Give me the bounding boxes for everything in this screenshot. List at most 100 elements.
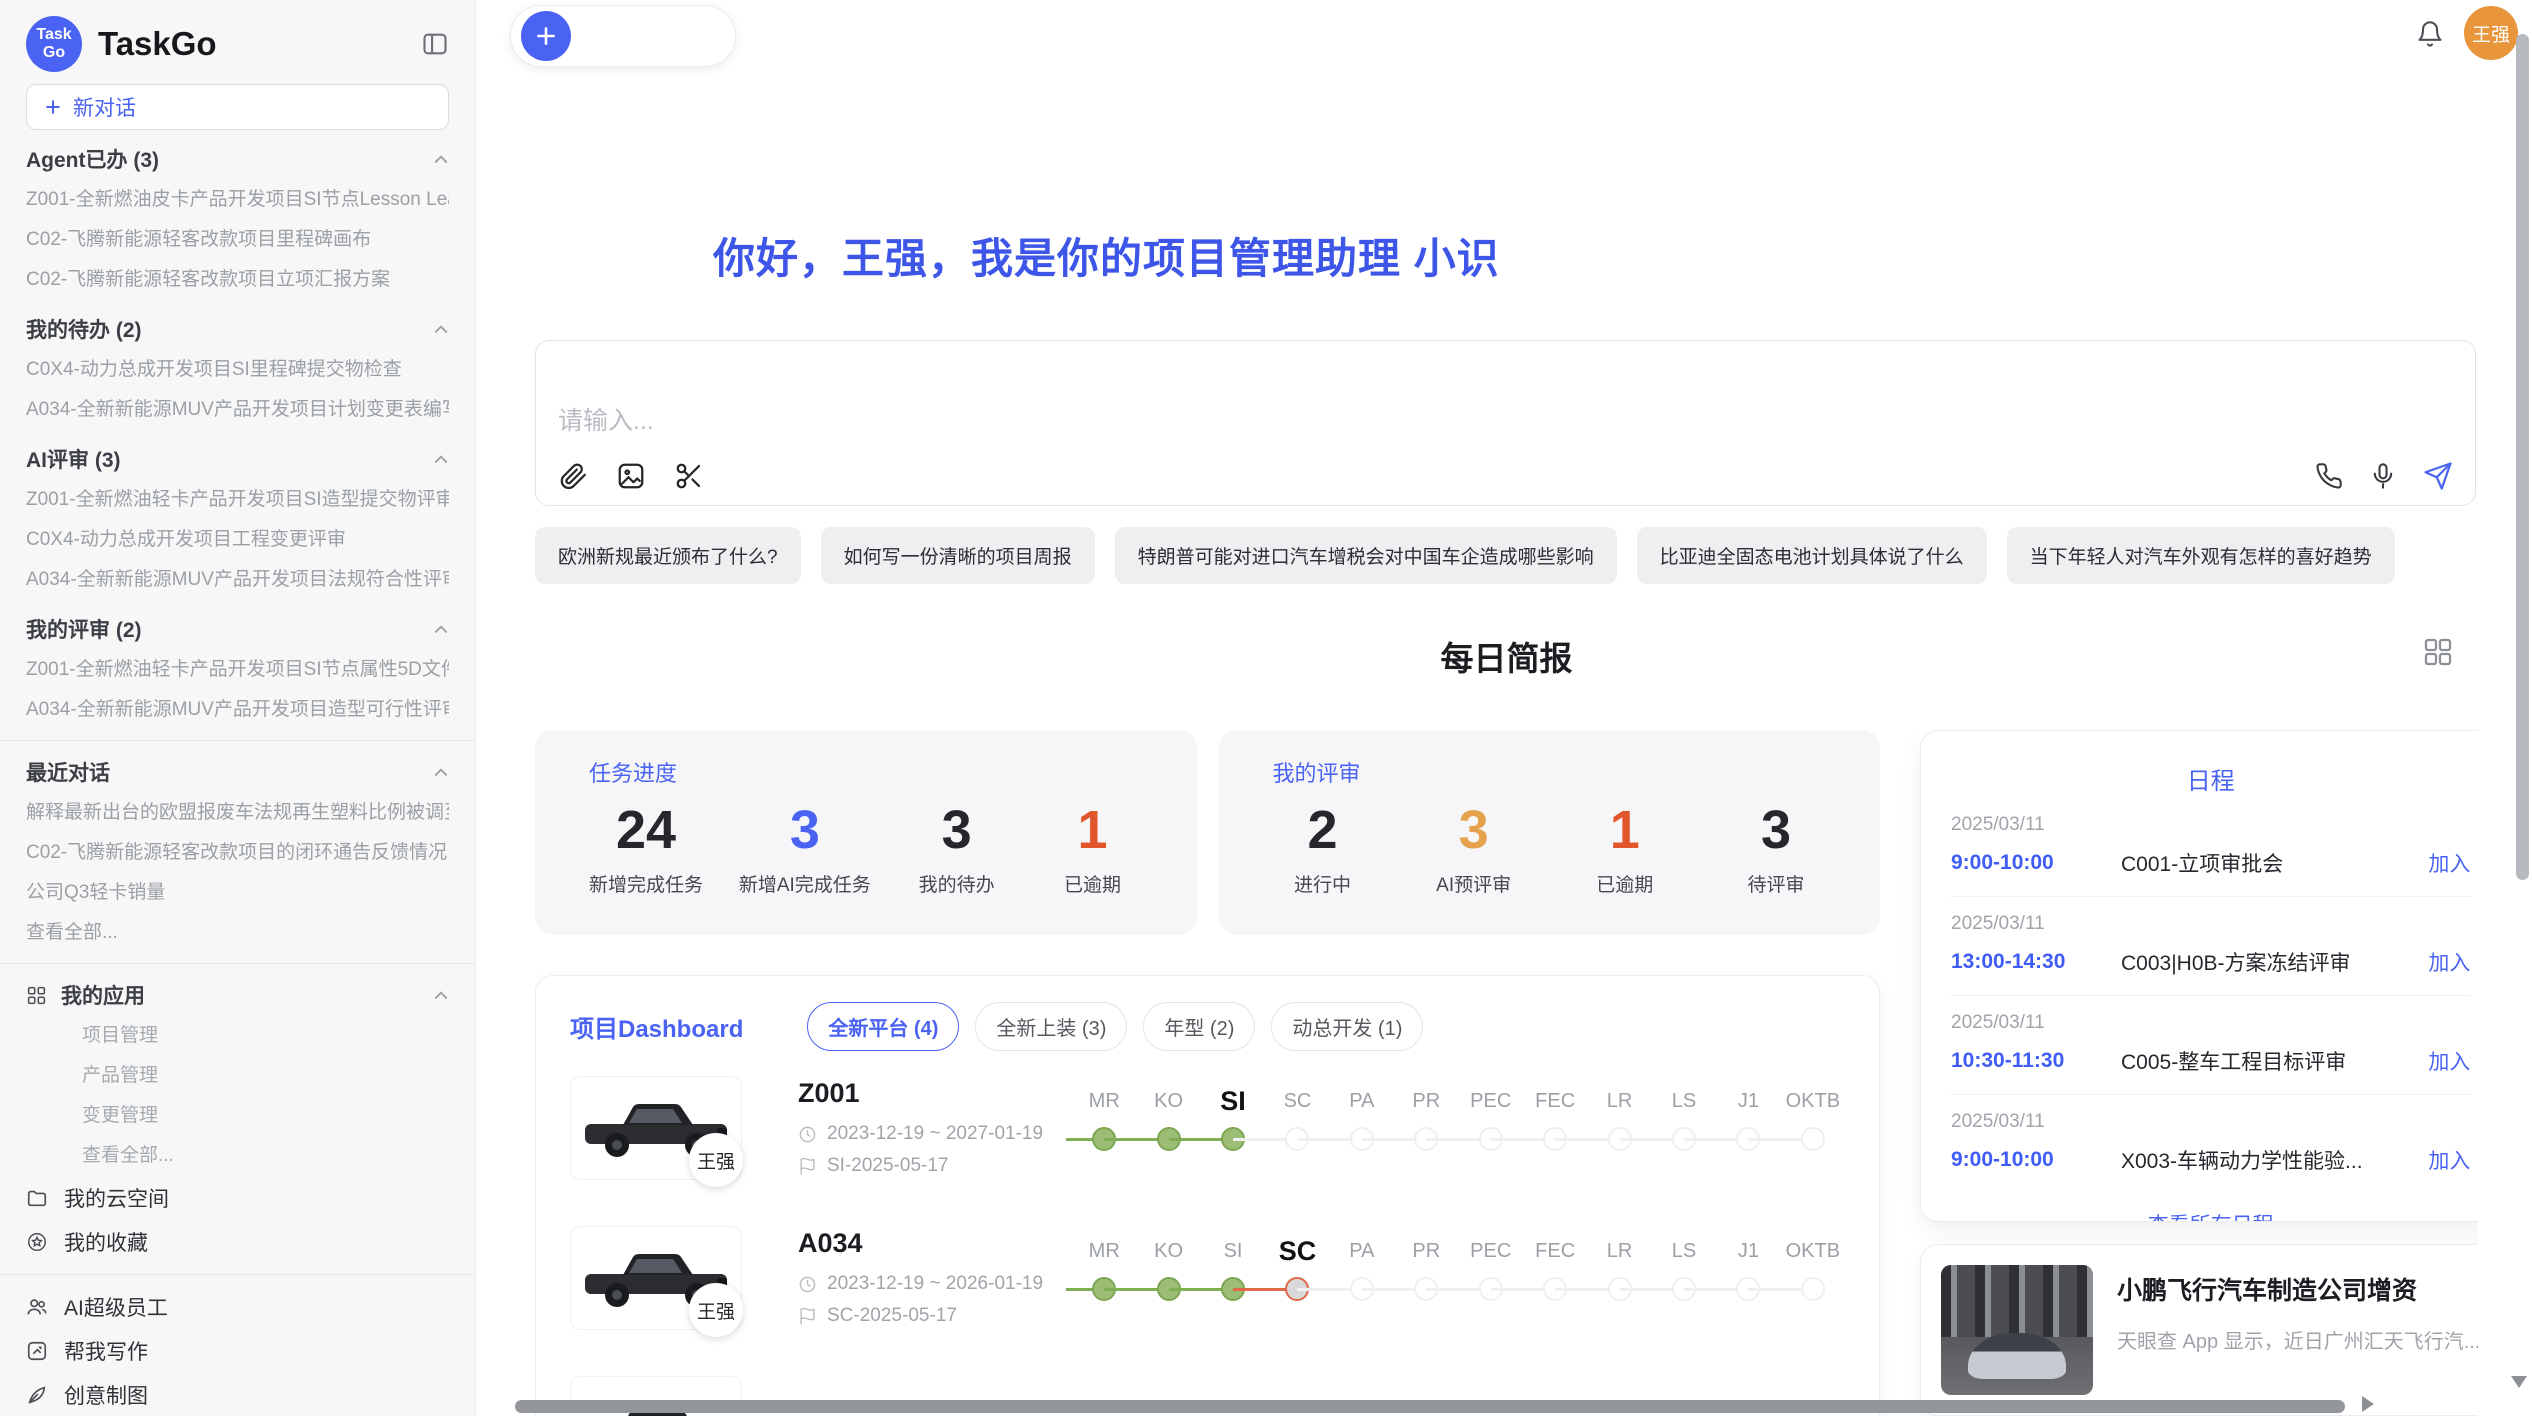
project-code: A034: [798, 1228, 1058, 1259]
scissors-icon[interactable]: [674, 461, 704, 491]
tab-powertrain[interactable]: 动总开发 (1): [1271, 1002, 1423, 1051]
milestone: SC: [1265, 1228, 1329, 1330]
section-header-recent[interactable]: 最近对话: [26, 751, 449, 793]
join-link[interactable]: 加入: [2428, 848, 2470, 878]
milestone-label: SI: [1201, 1078, 1265, 1124]
sidebar-item-help-me-write[interactable]: 帮我写作: [26, 1329, 449, 1373]
collapse-sidebar-icon[interactable]: [421, 30, 449, 58]
milestone-label: MR: [1072, 1078, 1136, 1124]
schedule-event: X003-车辆动力学性能验...: [2121, 1145, 2428, 1175]
chat-input[interactable]: [548, 397, 2255, 446]
mic-icon[interactable]: [2369, 462, 2397, 490]
tab-model-year[interactable]: 年型 (2): [1143, 1002, 1255, 1051]
section-header-my-review[interactable]: 我的评审 (2): [26, 608, 449, 650]
sidebar-item-cloud-space[interactable]: 我的云空间: [26, 1176, 449, 1220]
stat-card-task-progress: 任务进度 24新增完成任务 3新增AI完成任务 3我的待办 1已逾期: [535, 730, 1197, 935]
project-row[interactable]: 王强 Z001 2023-12-19 ~ 2027-01-19 SI-2025-…: [570, 1076, 1845, 1180]
scroll-right-arrow[interactable]: [2362, 1396, 2374, 1412]
tab-all-new-platform[interactable]: 全新平台 (4): [807, 1002, 959, 1051]
sidebar-item[interactable]: A034-全新新能源MUV产品开发项目法规符合性评审: [26, 560, 449, 600]
divider: [0, 1274, 475, 1275]
attachment-icon[interactable]: [558, 461, 588, 491]
stat-value: 24: [589, 798, 703, 862]
sidebar-item[interactable]: Z001-全新燃油皮卡产品开发项目SI节点Lesson Learn报告: [26, 180, 449, 220]
horizontal-scrollbar-thumb[interactable]: [515, 1400, 2345, 1413]
tab-new-body[interactable]: 全新上装 (3): [975, 1002, 1127, 1051]
vertical-scrollbar-thumb[interactable]: [2516, 34, 2529, 880]
image-icon[interactable]: [616, 461, 646, 491]
new-chat-button[interactable]: 新对话: [26, 84, 449, 130]
suggestion-chip[interactable]: 特朗普可能对进口汽车增税会对中国车企造成哪些影响: [1115, 527, 1617, 584]
layout-grid-icon[interactable]: [2422, 636, 2454, 668]
recent-view-all[interactable]: 查看全部...: [26, 913, 449, 953]
section-header-my-apps[interactable]: 我的应用: [26, 974, 449, 1016]
sidebar-item-favorites[interactable]: 我的收藏: [26, 1220, 449, 1264]
app-title: TaskGo: [98, 25, 421, 63]
phone-icon[interactable]: [2315, 462, 2343, 490]
divider: [0, 963, 475, 964]
section-header-my-todo[interactable]: 我的待办 (2): [26, 308, 449, 350]
new-chat-label: 新对话: [73, 92, 136, 122]
chat-input-card: [535, 340, 2476, 506]
milestone: MR: [1072, 1228, 1136, 1330]
sidebar-item[interactable]: C0X4-动力总成开发项目工程变更评审: [26, 520, 449, 560]
join-link[interactable]: 加入: [2428, 1145, 2470, 1175]
milestone: KO: [1136, 1078, 1200, 1180]
milestone: OKTB: [1781, 1228, 1845, 1330]
sidebar-item[interactable]: Z001-全新燃油轻卡产品开发项目SI造型提交物评审: [26, 480, 449, 520]
recent-item[interactable]: 公司Q3轻卡销量: [26, 873, 449, 913]
dashboard-title: 项目Dashboard: [570, 1009, 743, 1044]
sidebar-item[interactable]: C0X4-动力总成开发项目SI里程碑提交物检查: [26, 350, 449, 390]
join-link[interactable]: 加入: [2428, 1046, 2470, 1076]
app-item-product-mgmt[interactable]: 产品管理: [26, 1056, 449, 1096]
schedule-item[interactable]: 2025/03/11 9:00-10:00 C001-立项审批会 加入: [1951, 798, 2470, 897]
schedule-item[interactable]: 2025/03/11 13:00-14:30 C003|H0B-方案冻结评审 加…: [1951, 897, 2470, 996]
schedule-time: 13:00-14:30: [1951, 950, 2121, 974]
view-all-schedule[interactable]: 查看所有日程: [1951, 1209, 2470, 1222]
clock-icon: [798, 1125, 817, 1144]
milestone: PR: [1394, 1228, 1458, 1330]
suggestion-chip[interactable]: 欧洲新规最近颁布了什么?: [535, 527, 801, 584]
project-row[interactable]: 王强 A034 2023-12-19 ~ 2026-01-19 SC-2025-…: [570, 1226, 1845, 1330]
suggestion-chip[interactable]: 当下年轻人对汽车外观有怎样的喜好趋势: [2007, 527, 2395, 584]
news-card[interactable]: 小鹏飞行汽车制造公司增资 天眼查 App 显示，近日广州汇天飞行汽...: [1920, 1244, 2478, 1416]
suggestion-chip[interactable]: 比亚迪全固态电池计划具体说了什么: [1637, 527, 1987, 584]
schedule-event: C005-整车工程目标评审: [2121, 1046, 2428, 1076]
milestone: FEC: [1523, 1078, 1587, 1180]
schedule-item[interactable]: 2025/03/11 10:30-11:30 C005-整车工程目标评审 加入: [1951, 996, 2470, 1095]
section-header-agent-done[interactable]: Agent已办 (3): [26, 138, 449, 180]
app-item-change-mgmt[interactable]: 变更管理: [26, 1096, 449, 1136]
section-title: 我的待办 (2): [26, 314, 142, 344]
sidebar-item[interactable]: Z001-全新燃油轻卡产品开发项目SI节点属性5D文件评审: [26, 650, 449, 690]
send-icon[interactable]: [2423, 461, 2453, 491]
section-title: AI评审 (3): [26, 444, 121, 474]
section-title: 我的评审 (2): [26, 614, 142, 644]
milestone: PA: [1330, 1078, 1394, 1180]
scroll-down-arrow[interactable]: [2511, 1376, 2527, 1388]
schedule-item[interactable]: 2025/03/11 9:00-10:00 X003-车辆动力学性能验... 加…: [1951, 1095, 2470, 1193]
app-window: Task Go TaskGo 新对话 Agent已办 (3) Z001-全新燃油…: [0, 0, 2532, 1416]
app-item-project-mgmt[interactable]: 项目管理: [26, 1016, 449, 1056]
apps-grid-icon: [26, 985, 47, 1006]
recent-item[interactable]: C02-飞腾新能源轻客改款项目的闭环通告反馈情况: [26, 833, 449, 873]
apps-view-all[interactable]: 查看全部...: [26, 1136, 449, 1176]
sidebar-item-ai-super-staff[interactable]: AI超级员工: [26, 1285, 449, 1329]
milestone: SC: [1265, 1078, 1329, 1180]
milestone-timeline: MRKOSISCPAPRPECFECLRLSJ1OKTB: [1072, 1226, 1845, 1330]
car-image: 王强: [570, 1076, 742, 1180]
sidebar-item[interactable]: C02-飞腾新能源轻客改款项目里程碑画布: [26, 220, 449, 260]
sidebar-item[interactable]: A034-全新新能源MUV产品开发项目计划变更表编写: [26, 390, 449, 430]
sidebar-item-creative-drawing[interactable]: 创意制图: [26, 1373, 449, 1416]
section-header-ai-review[interactable]: AI评审 (3): [26, 438, 449, 480]
chevron-up-icon: [433, 453, 449, 465]
recent-item[interactable]: 解释最新出台的欧盟报废车法规再生塑料比例被调至15%...: [26, 793, 449, 833]
project-date-range: 2023-12-19 ~ 2027-01-19: [827, 1123, 1043, 1145]
sidebar-item[interactable]: C02-飞腾新能源轻客改款项目立项汇报方案: [26, 260, 449, 300]
stat-label: 我的待办: [907, 870, 1007, 897]
sidebar-item[interactable]: A034-全新新能源MUV产品开发项目造型可行性评审: [26, 690, 449, 730]
milestone: PEC: [1459, 1078, 1523, 1180]
greeting-text: 你好，王强，我是你的项目管理助理 小识: [713, 225, 1500, 286]
join-link[interactable]: 加入: [2428, 947, 2470, 977]
milestone-label: OKTB: [1781, 1078, 1845, 1124]
suggestion-chip[interactable]: 如何写一份清晰的项目周报: [821, 527, 1095, 584]
